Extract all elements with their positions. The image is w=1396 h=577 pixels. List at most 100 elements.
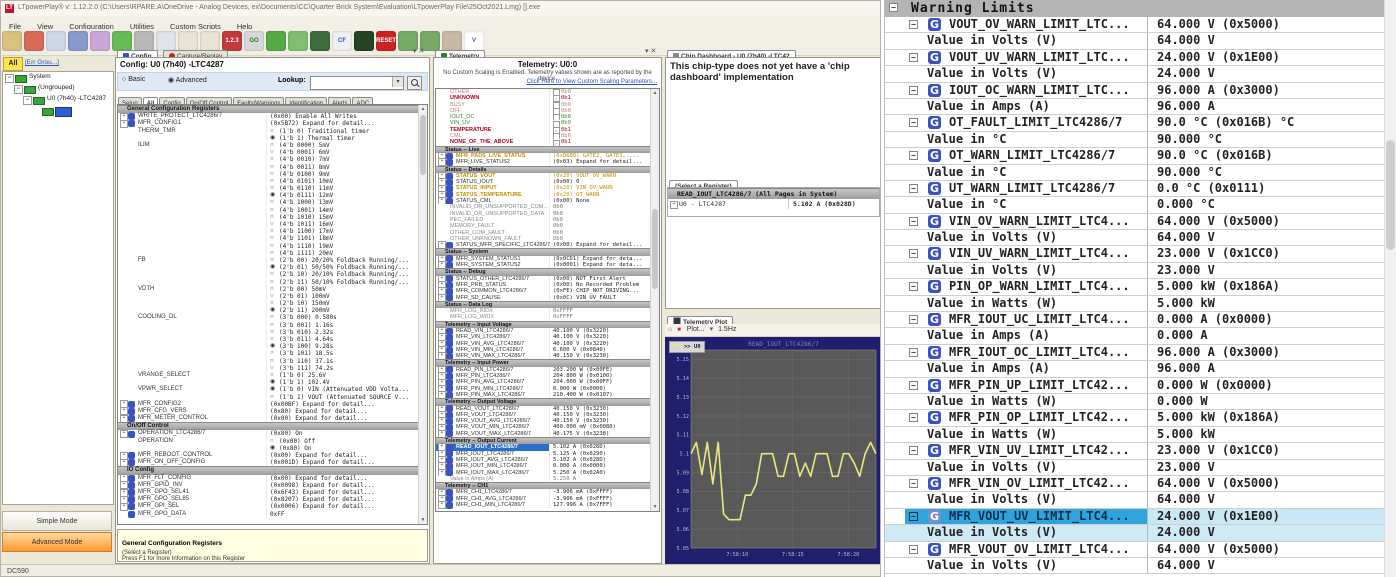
grid-row[interactable]: ○ (3'b 001) 1.16s [118,321,419,329]
expander-icon[interactable]: − [909,380,918,390]
grid-row[interactable]: ○ (4'b 0011) 8mV [118,163,419,171]
collapse-expander-icon[interactable]: − [889,3,898,12]
splitter-handle[interactable]: ········ [1,504,114,510]
table-row[interactable]: Value in Volts (V) 64.000 V [885,230,1385,247]
table-row[interactable]: − G VOUT_OV_WARN_LIMIT_LTC... 64.000 V (0x5… [885,17,1385,34]
table-row[interactable]: Value in Watts (W) 5.000 kW [885,295,1385,313]
grid-row[interactable]: ○ (3'b 110) 37.1s [118,357,419,365]
open-file-icon[interactable] [2,31,22,51]
custom-scaling-link[interactable]: Click Here to View Custom Scaling Parame… [435,79,657,85]
grid-row[interactable]: + MFR_REBOOT_CONTROL (0x00) Expand for det… [118,451,419,460]
radio-off-icon[interactable]: ○ [270,214,274,221]
table-row[interactable]: Value in Volts (V) 64.000 V [885,33,1385,50]
selected-page-node[interactable] [55,107,72,117]
collapse-icon[interactable]: ▾ [413,48,417,55]
grid-row[interactable]: ○ (4'b 0101) 10mV [118,177,419,186]
config-scrollbar[interactable]: ▲ ▼ [418,105,427,524]
table-row[interactable]: Value in °C 90.000 °C [885,131,1385,149]
grid-row[interactable]: ◉ (4'b 0111) 12mV [118,192,419,200]
grid-row[interactable]: OPERATION ○ (0x00) Off [118,437,419,445]
grid-row[interactable]: + MFR_GPI_SEL (0x0006) Expand for detail..… [118,502,419,511]
grid-row[interactable]: ○ (2'b 01) 100mV [118,292,419,301]
grid-row[interactable]: ◉ (1'b 1) Thermal timer [118,134,419,142]
radio-off-icon[interactable]: ○ [270,300,274,307]
err-groups-link[interactable]: [Err Grou...] [25,59,59,66]
radio-off-icon[interactable]: ○ [270,314,274,321]
grid-row[interactable]: ○ (4'b 1010) 15mV [118,213,419,221]
grid-row[interactable]: ○ (4'b 0010) 7mV [118,156,419,164]
radio-off-icon[interactable]: ○ [270,164,274,171]
table-row[interactable]: − G VIN_OV_WARN_LIMIT_LTC4... 64.000 V (0x5… [885,213,1385,231]
radio-off-icon[interactable]: ○ [270,271,274,278]
grid-row[interactable]: ○ (4'b 0001) 6mV [118,149,419,157]
export-icon[interactable] [68,31,88,51]
grid-row[interactable]: ◉ (3'b 100) 9.28s [118,343,419,351]
warning-scrollbar[interactable] [1384,0,1396,577]
table-row[interactable]: − G OT_WARN_LIMIT_LTC4286/7 90.0 °C (0x016B… [885,148,1385,165]
radio-on-icon[interactable]: ◉ [270,386,275,393]
dropdown-arrow-icon[interactable]: ▾ [392,77,403,87]
expander-icon[interactable]: − [909,511,918,521]
expander-icon[interactable]: − [909,413,918,423]
radio-off-icon[interactable]: ○ [270,365,274,372]
radio-off-icon[interactable]: ○ [270,128,274,135]
radio-on-icon[interactable]: ◉ [270,445,275,452]
close-icon[interactable]: ✕ [418,48,424,55]
expander-icon[interactable]: − [909,544,918,554]
home-icon[interactable]: ⌂ [668,326,672,333]
table-row[interactable]: − G MFR_VOUT_UV_LIMIT_LTC4... 24.000 V (0x1… [885,508,1385,526]
grid-row[interactable]: ○ (2'b 10) 20/10% Foldback Running/... [118,271,419,279]
grid-row[interactable]: + MFR_ON_OFF_CONFIG (0x001D) Expand for de… [118,458,419,467]
radio-on-icon[interactable]: ◉ [270,192,275,199]
table-row[interactable]: − G MFR_IOUT_UC_LIMIT_LTC4... 0.000 A (0x00… [885,312,1385,329]
grid-row[interactable]: + MFR_CONFIG2 (0x00BF) Expand for detail..… [118,400,419,409]
config-panel-buttons[interactable]: ▾ ✕ [413,47,424,55]
radio-off-icon[interactable]: ○ [270,185,274,192]
tree-item[interactable]: − System [3,72,113,83]
expander-icon[interactable]: − [909,118,918,128]
radio-off-icon[interactable]: ○ [270,156,274,163]
grid-row[interactable]: ○ (1'b 1) VOUT (Attenuated SOURCE V... [118,393,419,401]
stop-icon[interactable]: ■ [677,327,681,333]
grid-row[interactable]: ○ (4'b 0100) 9mV [118,170,419,178]
radio-off-icon[interactable]: ○ [270,329,274,336]
radio-off-icon[interactable]: ○ [270,221,274,228]
grid-row[interactable]: ○ (4'b 1110) 19mV [118,242,419,250]
radio-off-icon[interactable]: ○ [270,286,274,293]
table-row[interactable]: Value in Volts (V) 23.000 V [885,459,1385,476]
radio-off-icon[interactable]: ○ [270,142,274,149]
table-row[interactable]: + U0 - LTC4287 5.102 A (0x028D) [668,199,879,209]
radio-off-icon[interactable]: ○ [270,372,274,379]
tree-expander-icon[interactable]: − [23,96,32,105]
table-row[interactable]: Value in Amps (A) 96.000 A [885,98,1385,116]
radio-off-icon[interactable]: ○ [270,178,274,185]
radio-off-icon[interactable]: ○ [270,438,274,445]
grid-row[interactable]: THERM_TMR ○ (1'b 0) Traditional timer [118,127,419,135]
table-row[interactable]: Value in Amps (A) 96.000 A [885,361,1385,378]
radio-on-icon[interactable]: ◉ [270,135,275,142]
close-icon[interactable]: ✕ [650,48,656,55]
grid-row[interactable]: ◉ (0x80) On [118,444,419,452]
table-row[interactable]: − G MFR_VIN_UV_LIMIT_LTC42... 23.000 V (0x1… [885,443,1385,460]
telemetry-scrollbar[interactable]: ▲ ▼ [650,89,659,511]
radio-off-icon[interactable]: ○ [270,235,274,242]
tree-expander-icon[interactable]: − [5,74,14,83]
grid-row[interactable]: ◉ (1'b 1) 102.4V [118,379,419,387]
radio-off-icon[interactable]: ○ [270,207,274,214]
expander-icon[interactable]: − [909,52,918,62]
table-row[interactable]: − G UT_WARN_LIMIT_LTC4286/7 0.0 °C (0x0111) [885,180,1385,198]
table-row[interactable]: − G OT_FAULT_LIMIT_LTC4286/7 90.0 °C (0x016… [885,115,1385,132]
magic-wand-icon[interactable] [90,31,110,51]
table-row[interactable]: Value in Volts (V) 23.000 V [885,262,1385,280]
grid-row[interactable]: + MFR_METER_CONTROL (0x00) Expand for deta… [118,414,419,423]
radio-off-icon[interactable]: ○ [270,394,274,401]
radio-on-icon[interactable]: ◉ [270,307,275,314]
radio-off-icon[interactable]: ○ [270,243,274,250]
expander-icon[interactable]: + [438,501,446,510]
grid-row[interactable]: ◉ (2'b 11) 200mV [118,307,419,315]
grid-row[interactable]: ○ (4'b 1111) 20mV [118,249,419,257]
table-row[interactable]: − G MFR_PIN_OP_LIMIT_LTC42... 5.000 kW (0x1… [885,410,1385,427]
grid-row[interactable]: VDTH ○ (2'b 00) 50mV [118,285,419,293]
grid-row[interactable]: ○ (3'b 010) 2.32s [118,328,419,336]
table-row[interactable]: − G VOUT_UV_WARN_LIMIT_LTC... 24.000 V (0x1… [885,49,1385,67]
